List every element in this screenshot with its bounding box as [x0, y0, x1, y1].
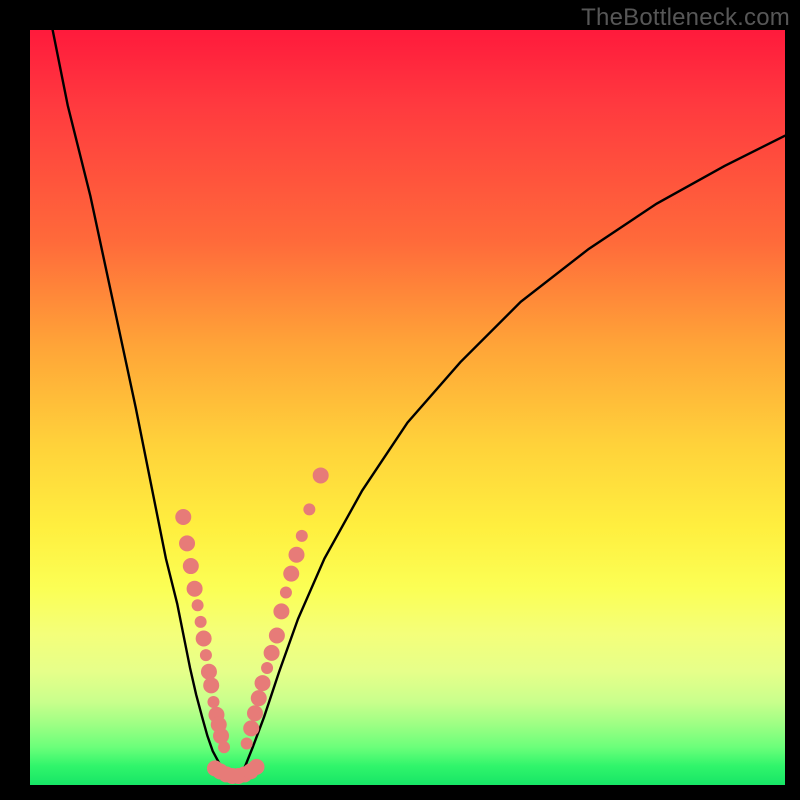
plot-background [30, 30, 785, 785]
chart-frame: TheBottleneck.com [0, 0, 800, 800]
watermark-text: TheBottleneck.com [581, 4, 790, 32]
